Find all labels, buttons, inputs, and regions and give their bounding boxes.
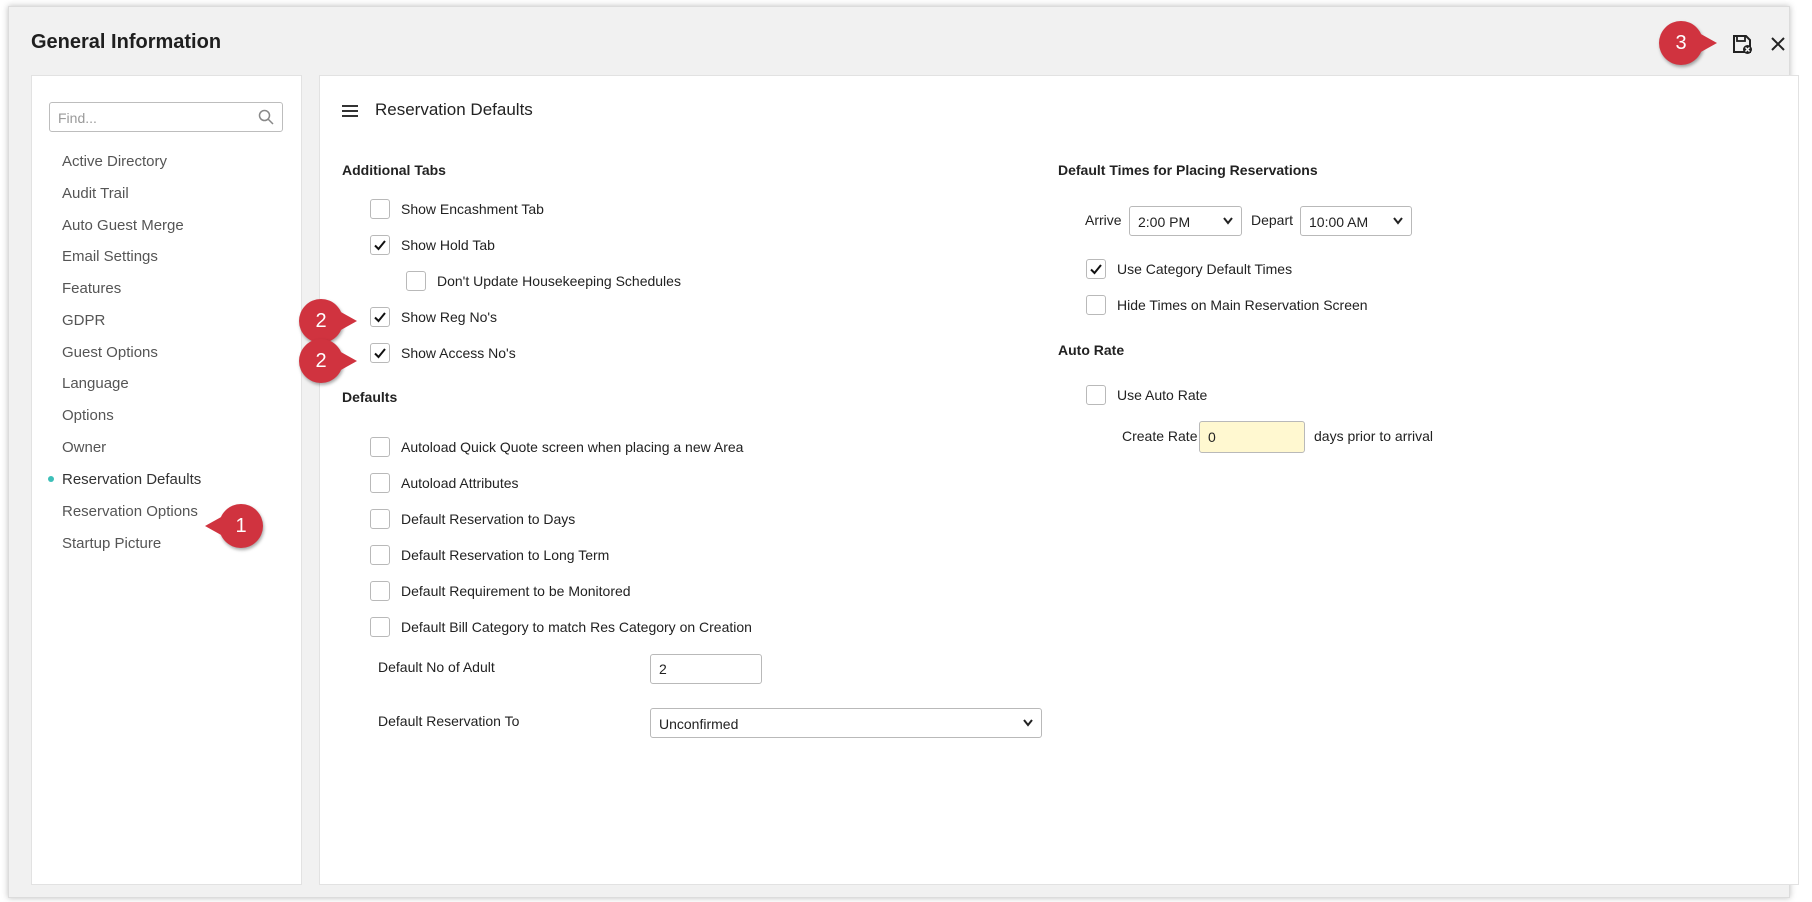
depart-time-select[interactable]: 10:00 AM [1300, 206, 1412, 236]
default-reservation-days-checkbox[interactable] [370, 509, 390, 529]
autoload-quick-quote-label: Autoload Quick Quote screen when placing… [401, 439, 744, 455]
default-reservation-days-label: Default Reservation to Days [401, 511, 576, 527]
hamburger-menu-icon[interactable] [342, 105, 358, 119]
annotation-badge-1: 1 [205, 504, 263, 548]
defaults-heading: Defaults [342, 389, 398, 405]
sidebar-item-active-directory[interactable]: Active Directory [62, 153, 167, 170]
use-auto-rate-checkbox[interactable] [1086, 385, 1106, 405]
find-input[interactable] [56, 104, 250, 132]
arrive-time-select[interactable]: 2:00 PM [1129, 206, 1242, 236]
hide-times-label: Hide Times on Main Reservation Screen [1117, 297, 1368, 313]
default-reservation-to-select[interactable]: Unconfirmed [650, 708, 1042, 738]
checkmark-icon [374, 240, 386, 251]
annotation-badge-2: 2 [299, 299, 357, 343]
sidebar: Active Directory Audit Trail Auto Guest … [31, 75, 302, 885]
chevron-down-icon [1393, 217, 1403, 225]
depart-time-value: 10:00 AM [1309, 214, 1369, 230]
main-panel: Reservation Defaults Additional Tabs Sho… [319, 75, 1799, 885]
use-category-default-times-label: Use Category Default Times [1117, 261, 1293, 277]
panel-title: Reservation Defaults [375, 100, 533, 119]
checkmark-icon [1090, 264, 1102, 275]
save-icon[interactable] [1731, 33, 1753, 55]
annotation-badge-2: 2 [299, 339, 357, 383]
active-item-indicator [48, 476, 54, 482]
close-icon[interactable] [1765, 31, 1791, 57]
sidebar-item-language[interactable]: Language [62, 375, 129, 392]
sidebar-item-reservation-defaults[interactable]: Reservation Defaults [62, 471, 201, 488]
default-bill-category-checkbox[interactable] [370, 617, 390, 637]
default-reservation-to-label: Default Reservation To [378, 713, 520, 729]
use-category-default-times-checkbox[interactable] [1086, 259, 1106, 279]
chevron-down-icon [1223, 217, 1233, 225]
dont-update-housekeeping-label: Don't Update Housekeeping Schedules [437, 273, 681, 289]
autoload-attributes-label: Autoload Attributes [401, 475, 519, 491]
show-access-nos-label: Show Access No's [401, 345, 516, 361]
sidebar-item-owner[interactable]: Owner [62, 439, 106, 456]
show-reg-nos-label: Show Reg No's [401, 309, 498, 325]
annotation-badge-3: 3 [1659, 21, 1717, 65]
show-encashment-tab-checkbox[interactable] [370, 199, 390, 219]
window-title: General Information [31, 31, 222, 53]
autoload-quick-quote-checkbox[interactable] [370, 437, 390, 457]
use-auto-rate-label: Use Auto Rate [1117, 387, 1208, 403]
arrive-label: Arrive [1085, 212, 1122, 228]
show-access-nos-checkbox[interactable] [370, 343, 390, 363]
show-reg-nos-checkbox[interactable] [370, 307, 390, 327]
default-reservation-long-term-checkbox[interactable] [370, 545, 390, 565]
chevron-down-icon [1023, 719, 1033, 727]
dont-update-housekeeping-checkbox[interactable] [406, 271, 426, 291]
default-no-of-adult-label: Default No of Adult [378, 659, 495, 675]
sidebar-item-reservation-options[interactable]: Reservation Options [62, 503, 198, 520]
sidebar-item-email-settings[interactable]: Email Settings [62, 248, 158, 265]
create-rate-suffix: days prior to arrival [1314, 428, 1434, 444]
sidebar-item-auto-guest-merge[interactable]: Auto Guest Merge [62, 217, 184, 234]
default-times-heading: Default Times for Placing Reservations [1058, 162, 1318, 178]
show-hold-tab-label: Show Hold Tab [401, 237, 495, 253]
create-rate-input[interactable] [1199, 421, 1305, 453]
default-reservation-long-term-label: Default Reservation to Long Term [401, 547, 610, 563]
default-no-of-adult-input[interactable] [650, 654, 762, 684]
search-icon[interactable] [258, 109, 274, 125]
default-reservation-to-value: Unconfirmed [659, 716, 739, 732]
sidebar-item-options[interactable]: Options [62, 407, 114, 424]
checkmark-icon [374, 348, 386, 359]
depart-label: Depart [1251, 212, 1294, 228]
additional-tabs-heading: Additional Tabs [342, 162, 446, 178]
sidebar-item-features[interactable]: Features [62, 280, 121, 297]
default-bill-category-label: Default Bill Category to match Res Categ… [401, 619, 752, 635]
show-hold-tab-checkbox[interactable] [370, 235, 390, 255]
sidebar-item-gdpr[interactable]: GDPR [62, 312, 105, 329]
find-field[interactable] [49, 102, 283, 132]
checkmark-icon [374, 312, 386, 323]
arrive-time-value: 2:00 PM [1138, 214, 1191, 230]
show-encashment-tab-label: Show Encashment Tab [401, 201, 544, 217]
auto-rate-heading: Auto Rate [1058, 342, 1125, 358]
hide-times-checkbox[interactable] [1086, 295, 1106, 315]
default-requirement-monitored-label: Default Requirement to be Monitored [401, 583, 631, 599]
sidebar-item-guest-options[interactable]: Guest Options [62, 344, 158, 361]
general-information-window: General Information Active Directory Aud… [8, 6, 1799, 898]
autoload-attributes-checkbox[interactable] [370, 473, 390, 493]
default-requirement-monitored-checkbox[interactable] [370, 581, 390, 601]
sidebar-item-audit-trail[interactable]: Audit Trail [62, 185, 129, 202]
create-rate-label: Create Rate [1122, 428, 1198, 444]
sidebar-item-startup-picture[interactable]: Startup Picture [62, 535, 161, 552]
